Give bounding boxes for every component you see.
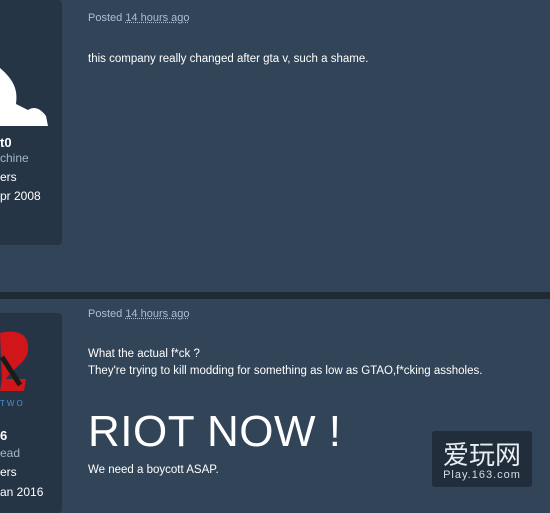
post-text-line: They're trying to kill modding for somet… [88, 365, 483, 377]
posted-label: Posted [88, 308, 123, 320]
user-title: chine [0, 151, 29, 165]
post-big-text: RIOT NOW ! [88, 407, 342, 456]
post-text-line: this company really changed after gta v,… [88, 53, 369, 65]
posted-label: Posted [88, 12, 123, 24]
user-panel: t0 chine ers pr 2008 [0, 0, 62, 245]
user-stat: ers [0, 465, 17, 479]
post-time-link[interactable]: 14 hours ago [125, 12, 189, 24]
username[interactable]: 6 [0, 428, 7, 443]
post-text-line: What the actual f*ck ? [88, 348, 200, 360]
user-title: ead [0, 446, 21, 460]
user-avatar[interactable] [0, 327, 40, 397]
site-watermark: 爱玩网 Play.163.com [432, 431, 532, 487]
user-panel: TWO 6 ead ers an 2016 [0, 313, 62, 513]
post-meta: Posted 14 hours ago [88, 12, 190, 24]
username[interactable]: t0 [0, 135, 12, 150]
watermark-subtitle: Play.163.com [443, 469, 521, 481]
forum-post: t0 chine ers pr 2008 Posted 14 hours ago… [0, 0, 550, 293]
post-footer-text: We need a boycott ASAP. [88, 464, 219, 476]
post-time-link[interactable]: 14 hours ago [125, 308, 189, 320]
post-meta: Posted 14 hours ago [88, 308, 190, 320]
user-joined: pr 2008 [0, 189, 41, 203]
user-joined: an 2016 [0, 485, 44, 499]
user-stat: ers [0, 170, 17, 184]
post-divider [0, 292, 550, 299]
watermark-title: 爱玩网 [442, 441, 521, 471]
post-body: this company really changed after gta v,… [88, 51, 368, 68]
post-body: What the actual f*ck ? They're trying to… [88, 346, 482, 380]
user-logo-text: TWO [0, 399, 25, 408]
user-avatar[interactable] [0, 58, 48, 126]
